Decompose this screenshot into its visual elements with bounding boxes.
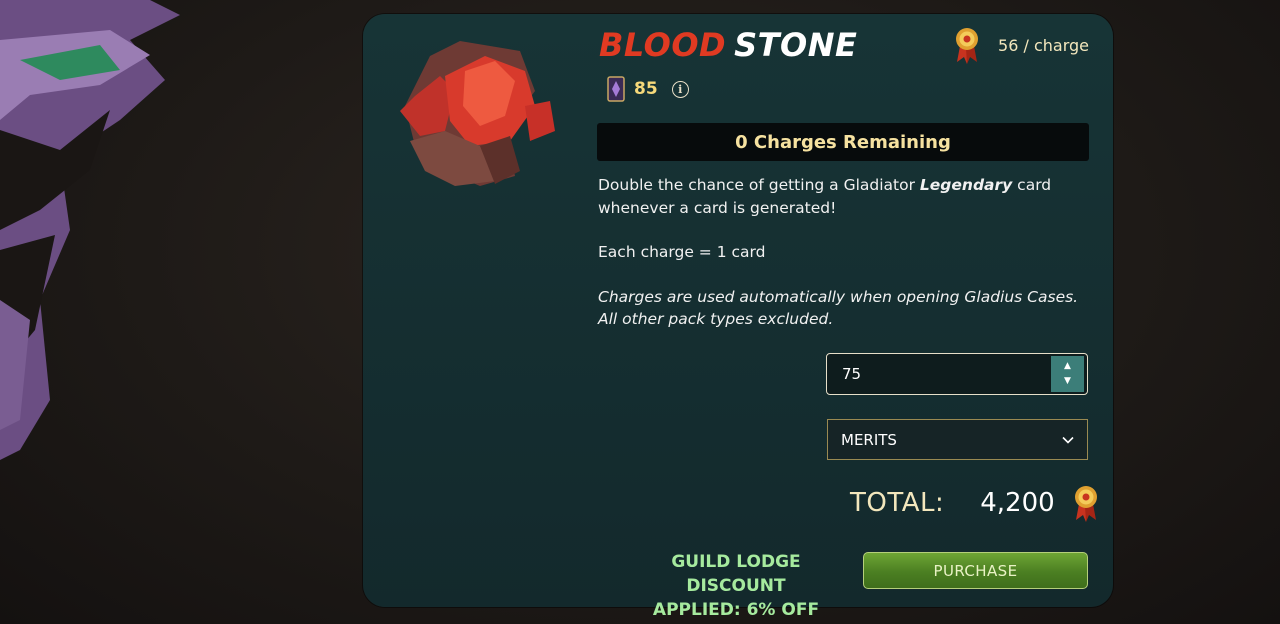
purchase-button[interactable]: PURCHASE [863, 552, 1088, 589]
charge-rule-text: Each charge = 1 card [598, 243, 766, 261]
price-per-charge: 56 / charge [954, 26, 1089, 64]
stepper-up-icon[interactable]: ▲ [1064, 362, 1071, 371]
item-description: Double the chance of getting a Gladiator… [598, 174, 1098, 331]
item-title-part1: BLOOD [599, 26, 727, 64]
currency-selected-value: MERITS [841, 430, 897, 449]
merits-medal-icon [1074, 486, 1097, 522]
total-label: TOTAL: [850, 488, 945, 518]
description-text: card [1012, 176, 1052, 194]
charges-remaining-text: 0 Charges Remaining [735, 131, 951, 153]
item-title: BLOOD STONE [599, 26, 857, 64]
blood-stone-icon [400, 41, 555, 186]
info-icon[interactable]: i [671, 80, 689, 98]
quantity-stepper[interactable]: ▲ ▼ [1051, 356, 1084, 392]
card-level-icon [607, 76, 625, 102]
quantity-input[interactable]: 75 ▲ ▼ [826, 353, 1088, 395]
guild-discount-notice: GUILD LODGE DISCOUNT APPLIED: 6% OFF [621, 550, 851, 622]
card-level-row: 85 i [607, 76, 689, 102]
price-per-charge-text: 56 / charge [998, 35, 1089, 55]
discount-line-1: GUILD LODGE DISCOUNT [671, 552, 801, 596]
currency-select[interactable]: MERITS [827, 419, 1088, 460]
description-line-1: Double the chance of getting a Gladiator… [598, 174, 1098, 197]
discount-line-2: APPLIED: 6% OFF [652, 600, 820, 620]
description-line-2: whenever a card is generated! [598, 198, 837, 217]
background-character-art [0, 0, 180, 460]
description-text: Double the chance of getting a Gladiator [598, 176, 920, 194]
quantity-value[interactable]: 75 [827, 365, 1051, 383]
item-title-part2: STONE [734, 26, 858, 64]
item-purchase-panel: BLOOD STONE 56 / charge 85 i 0 Charges Re… [363, 14, 1113, 620]
stepper-down-icon[interactable]: ▼ [1064, 377, 1071, 386]
total-value: 4,200 [980, 488, 1055, 518]
usage-note-line-1: Charges are used automatically when open… [598, 287, 1079, 306]
charges-remaining-bar: 0 Charges Remaining [597, 123, 1089, 161]
chevron-down-icon [1062, 436, 1074, 444]
legendary-emphasis: Legendary [919, 176, 1013, 194]
total-row: TOTAL: 4,200 [850, 484, 1099, 522]
merits-medal-icon [956, 28, 979, 64]
card-level-value: 85 [634, 79, 658, 99]
purchase-button-label: PURCHASE [933, 561, 1018, 580]
usage-note-line-2: All other pack types excluded. [598, 310, 834, 328]
